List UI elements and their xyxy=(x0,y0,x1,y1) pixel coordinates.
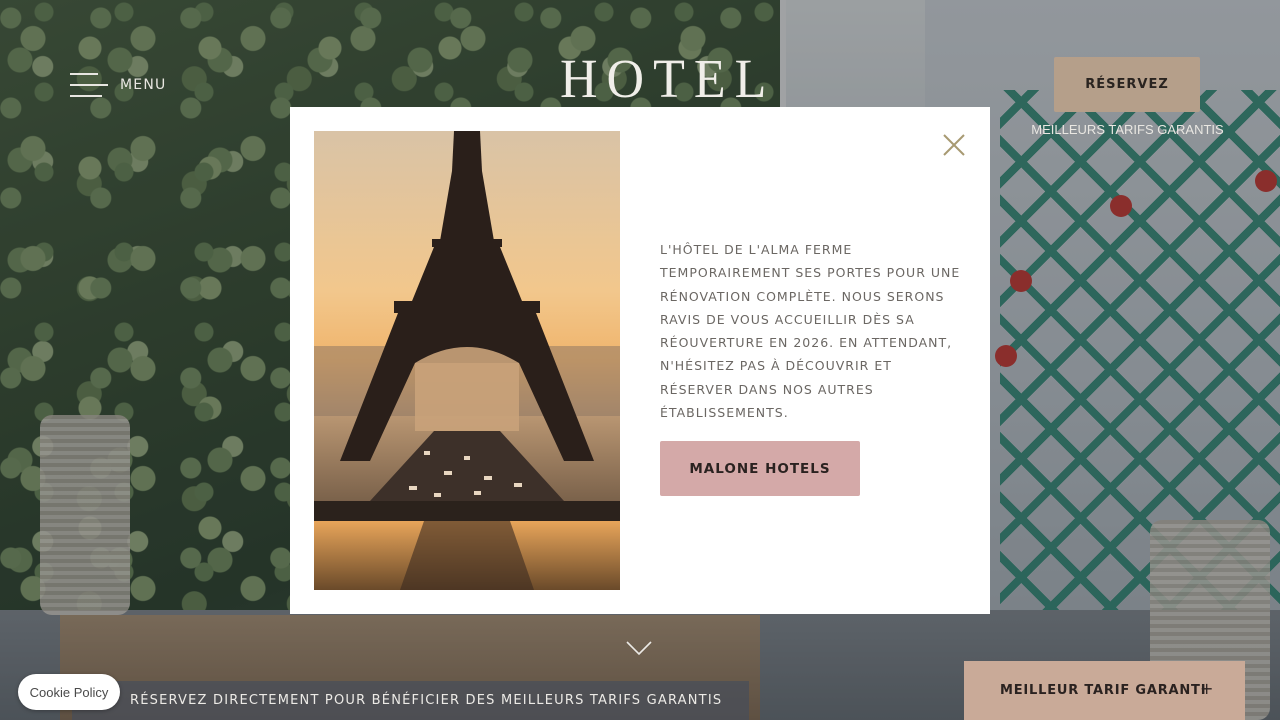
eiffel-tower-photo xyxy=(314,131,620,590)
menu-button[interactable]: MENU xyxy=(70,72,166,98)
closure-message: L'HÔTEL DE L'ALMA FERME TEMPORAIREMENT S… xyxy=(660,242,961,421)
eiffel-tower-icon xyxy=(314,131,620,590)
direct-booking-banner: RÉSERVEZ DIRECTEMENT POUR BÉNÉFICIER DES… xyxy=(72,681,749,720)
menu-label: MENU xyxy=(120,77,167,93)
best-rates-tagline: MEILLEURS TARIFS GARANTIS xyxy=(1031,122,1224,137)
modal-close-button[interactable] xyxy=(940,131,968,159)
promo-text: RÉSERVEZ DIRECTEMENT POUR BÉNÉFICIER DES… xyxy=(130,693,723,708)
cookie-policy-button[interactable]: Cookie Policy xyxy=(18,674,120,710)
chevron-down-icon xyxy=(626,641,652,656)
plus-icon: + xyxy=(1200,679,1215,698)
reserve-button[interactable]: RÉSERVEZ xyxy=(1054,57,1200,112)
closure-modal: L'HÔTEL DE L'ALMA FERME TEMPORAIREMENT S… xyxy=(290,107,990,614)
scroll-down-button[interactable] xyxy=(626,640,652,656)
hotel-logo[interactable]: HOTEL xyxy=(560,50,766,110)
close-icon xyxy=(943,134,965,156)
hamburger-icon xyxy=(70,72,108,98)
best-tariff-toggle[interactable]: MEILLEUR TARIF GARANTI + xyxy=(964,661,1245,720)
malone-hotels-button[interactable]: MALONE HOTELS xyxy=(660,441,860,496)
best-tariff-label: MEILLEUR TARIF GARANTI xyxy=(1000,683,1207,698)
